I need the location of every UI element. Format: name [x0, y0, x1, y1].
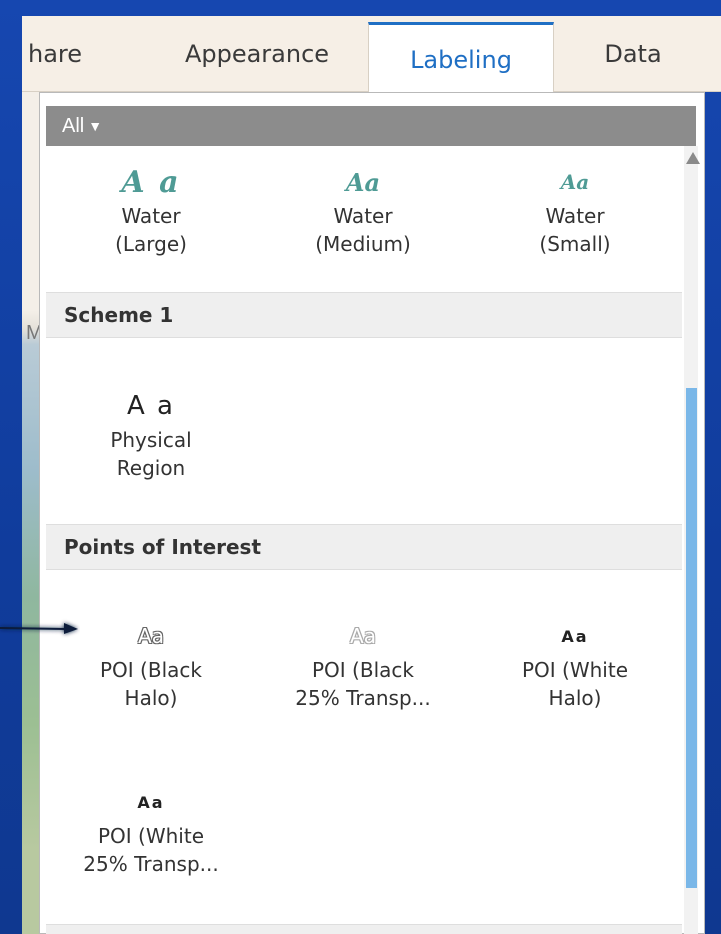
item-label-line2: (Medium): [315, 232, 411, 256]
item-label-line1: Physical: [110, 428, 192, 452]
tab-appearance[interactable]: Appearance: [167, 16, 347, 92]
gallery-item-poi-black-25-transp[interactable]: Aa POI (Black 25% Transp...: [258, 616, 468, 712]
item-label-line2: 25% Transp...: [83, 852, 219, 876]
item-label-line2: 25% Transp...: [295, 686, 431, 710]
label-style-preview-icon: Aa: [560, 170, 590, 194]
item-label-line2: Halo): [548, 686, 602, 710]
filter-label: All: [62, 114, 85, 137]
gallery-item-physical-region[interactable]: A a Physical Region: [46, 386, 256, 482]
label-style-preview-icon: A a: [127, 391, 175, 421]
item-label-line2: Halo): [124, 686, 178, 710]
item-label-line1: POI (Black: [100, 658, 202, 682]
section-header-points-of-interest: Points of Interest: [46, 524, 682, 570]
chevron-down-icon: ▼: [88, 118, 103, 134]
label-style-preview-icon: A a: [121, 164, 181, 200]
tab-data[interactable]: Data: [570, 16, 696, 92]
ribbon-tab-bar: hare Appearance Labeling Data: [22, 16, 721, 94]
item-label-line2: (Small): [539, 232, 611, 256]
label-style-preview-icon: Aa: [561, 626, 589, 646]
pointer-arrow-icon: [0, 623, 78, 634]
item-label-line1: POI (White: [521, 658, 628, 682]
label-style-preview-icon: Aa: [350, 624, 376, 648]
label-style-preview-icon: Aa: [345, 167, 381, 197]
item-label-line1: Water: [121, 204, 181, 228]
gallery-item-poi-white-25-transp[interactable]: Aa POI (White 25% Transp...: [46, 782, 256, 878]
item-label-line1: POI (White: [97, 824, 204, 848]
label-style-preview-icon: Aa: [137, 792, 165, 812]
section-header-next: [46, 924, 682, 934]
item-label-line2: (Large): [115, 232, 187, 256]
tab-labeling[interactable]: Labeling: [368, 22, 554, 94]
scrollbar-thumb[interactable]: [686, 388, 697, 888]
tab-share[interactable]: hare: [22, 16, 122, 92]
scroll-up-arrow-icon[interactable]: [686, 152, 700, 164]
gallery-item-water-medium[interactable]: Aa Water (Medium): [258, 162, 468, 258]
gallery-item-water-large[interactable]: A a Water (Large): [46, 162, 256, 258]
section-header-scheme-1: Scheme 1: [46, 292, 682, 338]
gallery-item-water-small[interactable]: Aa Water (Small): [470, 162, 680, 258]
item-label-line1: Water: [333, 204, 393, 228]
gallery-filter-dropdown[interactable]: All ▼: [46, 106, 696, 146]
item-label-line1: POI (Black: [312, 658, 414, 682]
gallery-content: A a Water (Large) Aa Water (Medium) Aa W…: [46, 146, 682, 934]
item-label-line1: Water: [545, 204, 605, 228]
gallery-item-poi-white-halo[interactable]: Aa POI (White Halo): [470, 616, 680, 712]
item-label-line2: Region: [116, 456, 186, 480]
